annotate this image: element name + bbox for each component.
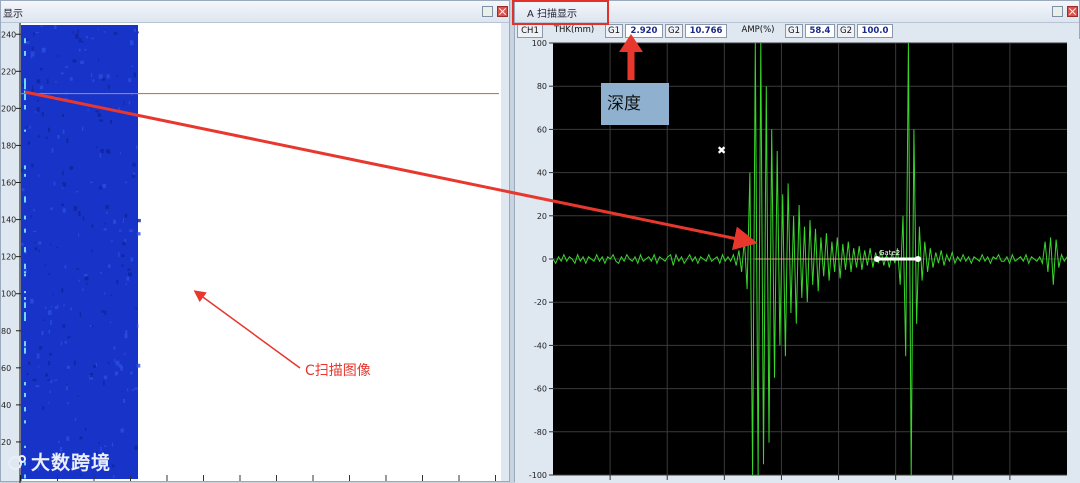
watermark: 大数跨境 (8, 448, 111, 475)
annotation-arrows (24, 34, 758, 369)
mapping-arrow (24, 90, 758, 251)
c-scan-arrow (193, 290, 301, 369)
watermark-text: 大数跨境 (31, 452, 112, 474)
watermark-logo-icon (8, 455, 26, 470)
depth-arrow-head (619, 34, 643, 52)
stage: 显示 240 220 200 180 160 140 120 100 80 60 40 20 A 扫描… (0, 0, 1080, 483)
